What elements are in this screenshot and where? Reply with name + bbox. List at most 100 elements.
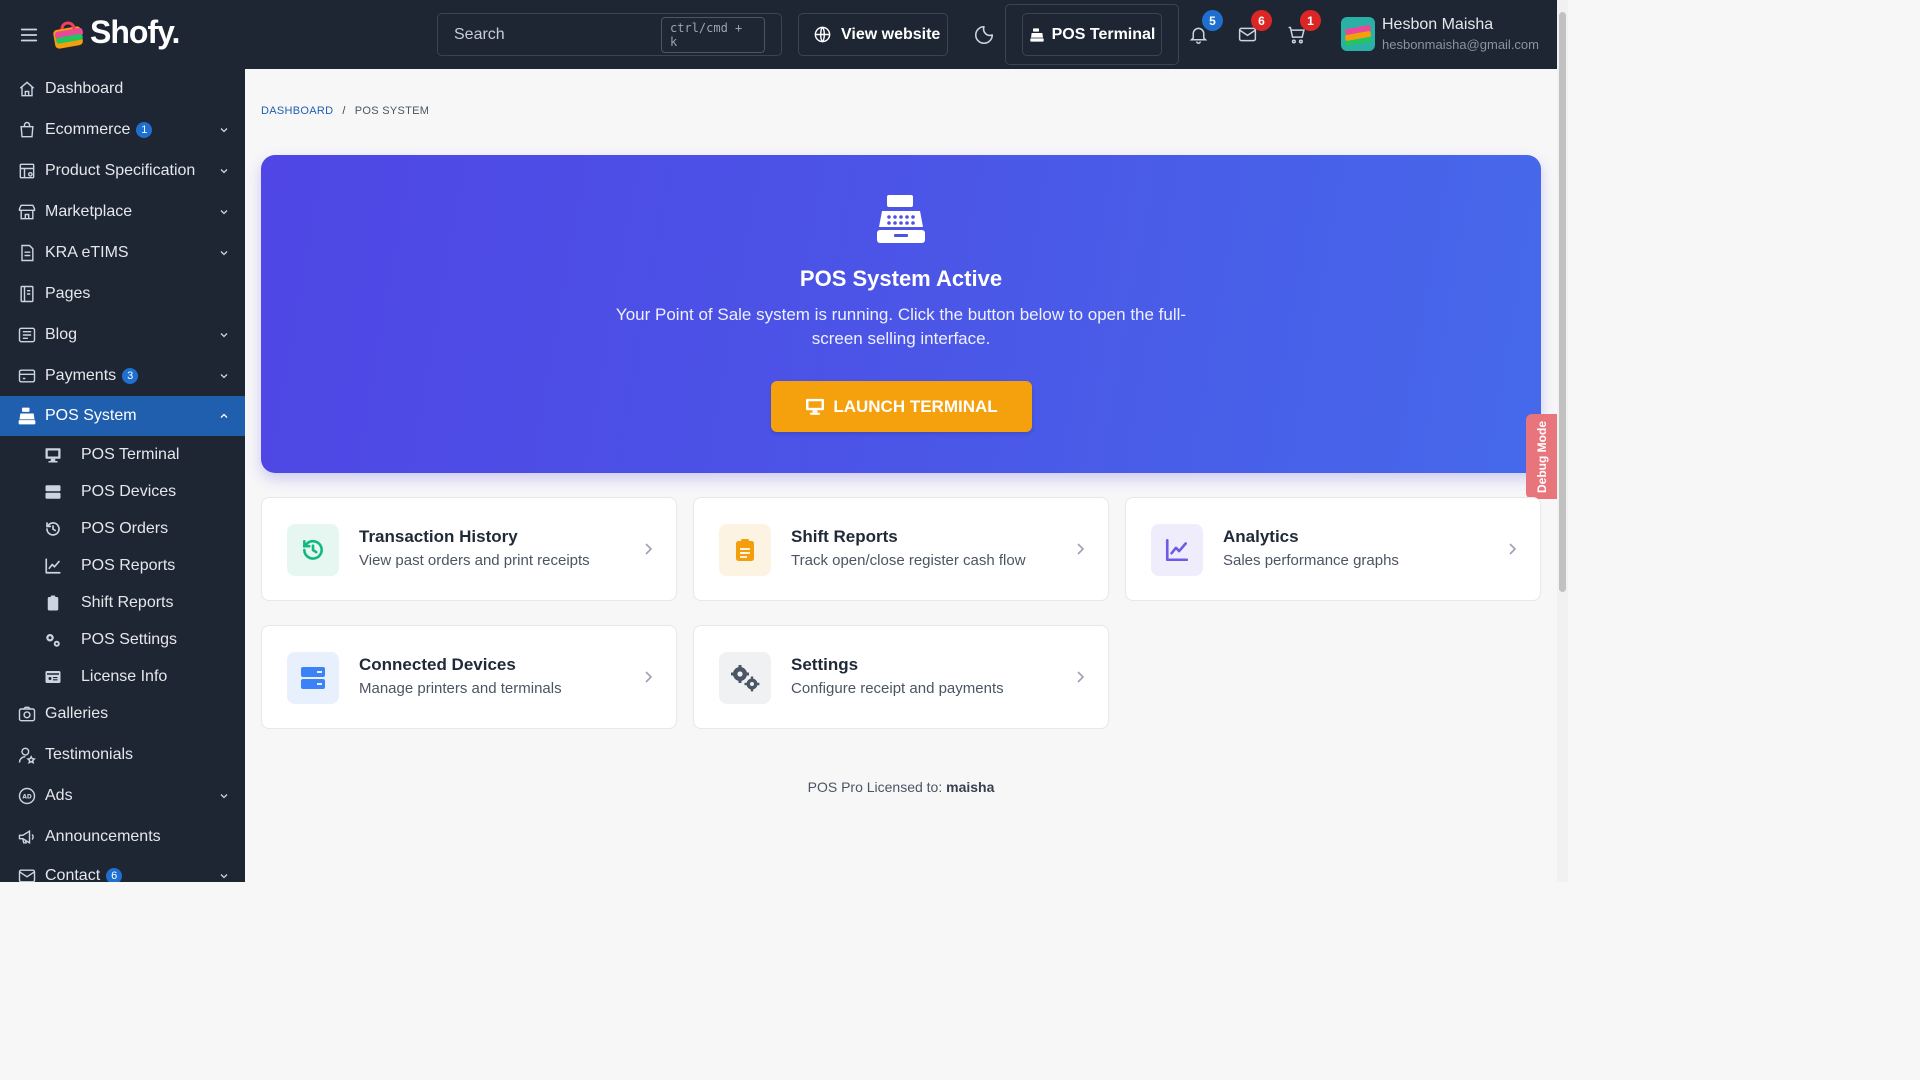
sidebar-subitem-shift-reports[interactable]: Shift Reports — [0, 585, 245, 621]
sidebar-subitem-label: POS Reports — [81, 557, 176, 574]
shopping-bag-icon — [20, 121, 34, 138]
view-website-button[interactable]: View website — [798, 13, 948, 56]
card-title: Shift Reports — [791, 527, 898, 546]
card-transaction-history[interactable]: Transaction History View past orders and… — [261, 497, 677, 601]
table-settings-icon — [19, 163, 35, 179]
clipboard-icon — [47, 595, 59, 611]
sidebar-item-blog[interactable]: Blog — [0, 315, 245, 355]
sidebar-subitem-pos-settings[interactable]: POS Settings — [0, 622, 245, 658]
sidebar-item-dashboard[interactable]: Dashboard — [0, 69, 245, 109]
payments-badge: 3 — [122, 367, 139, 384]
license-footer: POS Pro Licensed to: maisha — [261, 779, 1541, 795]
top-header: Shofy. ctrl/cmd + k View website POS Ter… — [0, 0, 1557, 69]
sidebar-item-product-specification[interactable]: Product Specification — [0, 151, 245, 191]
user-email: hesbonmaisha@gmail.com — [1382, 37, 1539, 52]
chevron-down-icon — [220, 169, 228, 174]
sidebar-subitem-label: License Info — [81, 668, 168, 685]
cash-register-icon — [1029, 27, 1044, 42]
building-store-icon — [18, 204, 36, 220]
search-input[interactable] — [454, 25, 661, 44]
sidebar-subitem-license-info[interactable]: License Info — [0, 659, 245, 695]
hero-description: Your Point of Sale system is running. Cl… — [615, 305, 1187, 348]
chevron-right-icon — [645, 543, 653, 555]
article-icon — [18, 327, 36, 343]
card-connected-devices[interactable]: Connected Devices Manage printers and te… — [261, 625, 677, 729]
chevron-down-icon — [220, 128, 228, 133]
breadcrumb: DASHBOARD / POS SYSTEM — [261, 105, 429, 117]
chevron-right-icon — [1077, 543, 1085, 555]
chevron-down-icon — [220, 251, 228, 256]
sidebar-subitem-label: POS Devices — [81, 483, 177, 500]
view-website-label: View website — [841, 25, 941, 43]
ad-icon: AD — [18, 787, 36, 805]
chevron-down-icon — [220, 210, 228, 215]
chevron-down-icon — [220, 374, 228, 379]
sidebar-item-label: Ads — [45, 787, 73, 804]
home-icon — [19, 81, 35, 97]
sidebar-item-marketplace[interactable]: Marketplace — [0, 192, 245, 232]
sidebar-item-label: KRA eTIMS — [45, 244, 129, 261]
launch-terminal-button[interactable]: LAUNCH TERMINAL — [771, 381, 1032, 432]
card-icon-box — [287, 524, 339, 576]
hero-title: POS System Active — [799, 266, 1003, 291]
card-shift-reports[interactable]: Shift Reports Track open/close register … — [693, 497, 1109, 601]
sidebar-item-label: Testimonials — [45, 746, 134, 763]
card-title: Transaction History — [359, 527, 518, 546]
debug-mode-tab[interactable]: Debug Mode — [1526, 414, 1557, 499]
sidebar-item-ecommerce[interactable]: Ecommerce 1 — [0, 110, 245, 150]
history-icon — [303, 539, 323, 560]
card-icon-box — [287, 652, 339, 704]
card-settings[interactable]: Settings Configure receipt and payments — [693, 625, 1109, 729]
search-box[interactable]: ctrl/cmd + k — [437, 13, 782, 56]
sidebar-item-announcements[interactable]: Announcements — [0, 817, 245, 857]
card-analytics[interactable]: Analytics Sales performance graphs — [1125, 497, 1541, 601]
scrollbar-thumb[interactable] — [1559, 12, 1566, 592]
page-scrollbar[interactable] — [1557, 0, 1568, 882]
card-subtitle: Configure receipt and payments — [791, 680, 1004, 697]
sidebar-item-pages[interactable]: Pages — [0, 274, 245, 314]
server-icon — [45, 485, 61, 499]
sidebar-item-contact[interactable]: Contact 6 — [0, 856, 245, 882]
breadcrumb-dashboard-link[interactable]: DASHBOARD — [261, 105, 333, 117]
sidebar-item-testimonials[interactable]: Testimonials — [0, 735, 245, 775]
logo[interactable]: Shofy. — [52, 14, 180, 51]
notifications-badge: 5 — [1202, 10, 1223, 31]
sidebar-item-label: Ecommerce — [45, 121, 131, 138]
clipboard-list-icon — [736, 539, 754, 561]
sidebar-item-label: Dashboard — [45, 80, 124, 97]
search-shortcut: ctrl/cmd + k — [661, 16, 765, 53]
license-name: maisha — [946, 779, 995, 795]
debug-mode-label: Debug Mode — [1534, 420, 1549, 493]
menu-toggle-icon[interactable] — [18, 24, 40, 46]
cash-register-icon — [18, 407, 36, 425]
sidebar-subitem-pos-reports[interactable]: POS Reports — [0, 548, 245, 584]
sidebar-item-pos-system[interactable]: POS System — [0, 396, 245, 436]
chevron-down-icon — [220, 333, 228, 338]
user-name[interactable]: Hesbon Maisha — [1382, 16, 1493, 34]
launch-terminal-label: LAUNCH TERMINAL — [833, 396, 998, 416]
sidebar-item-ads[interactable]: AD Ads — [0, 776, 245, 816]
sidebar-item-label: Pages — [45, 285, 91, 302]
pos-terminal-button[interactable]: POS Terminal — [1022, 13, 1162, 56]
sidebar-subitem-label: Shift Reports — [81, 594, 174, 611]
chevron-down-icon — [220, 794, 228, 799]
card-title: Settings — [791, 655, 859, 674]
sidebar-subitem-pos-devices[interactable]: POS Devices — [0, 474, 245, 510]
avatar[interactable] — [1341, 17, 1375, 51]
sidebar-item-kra-etims[interactable]: KRA eTIMS — [0, 233, 245, 273]
cash-register-icon — [877, 195, 925, 243]
card-subtitle: Manage printers and terminals — [359, 680, 562, 697]
theme-toggle-icon[interactable] — [973, 24, 995, 46]
sidebar-item-payments[interactable]: Payments 3 — [0, 356, 245, 396]
license-prefix: POS Pro Licensed to: — [807, 779, 943, 795]
sidebar-item-label: Product Specification — [45, 162, 196, 179]
sidebar-item-label-wrap: Contact 6 — [45, 867, 123, 882]
card-subtitle: Sales performance graphs — [1223, 552, 1399, 569]
sidebar-subitem-pos-terminal[interactable]: POS Terminal — [0, 437, 245, 473]
camera-icon — [18, 706, 36, 722]
cart-badge: 1 — [1300, 10, 1321, 31]
sidebar-item-galleries[interactable]: Galleries — [0, 694, 245, 734]
sidebar-item-label: Payments — [45, 367, 117, 384]
mail-icon — [18, 869, 36, 882]
sidebar-subitem-pos-orders[interactable]: POS Orders — [0, 511, 245, 547]
